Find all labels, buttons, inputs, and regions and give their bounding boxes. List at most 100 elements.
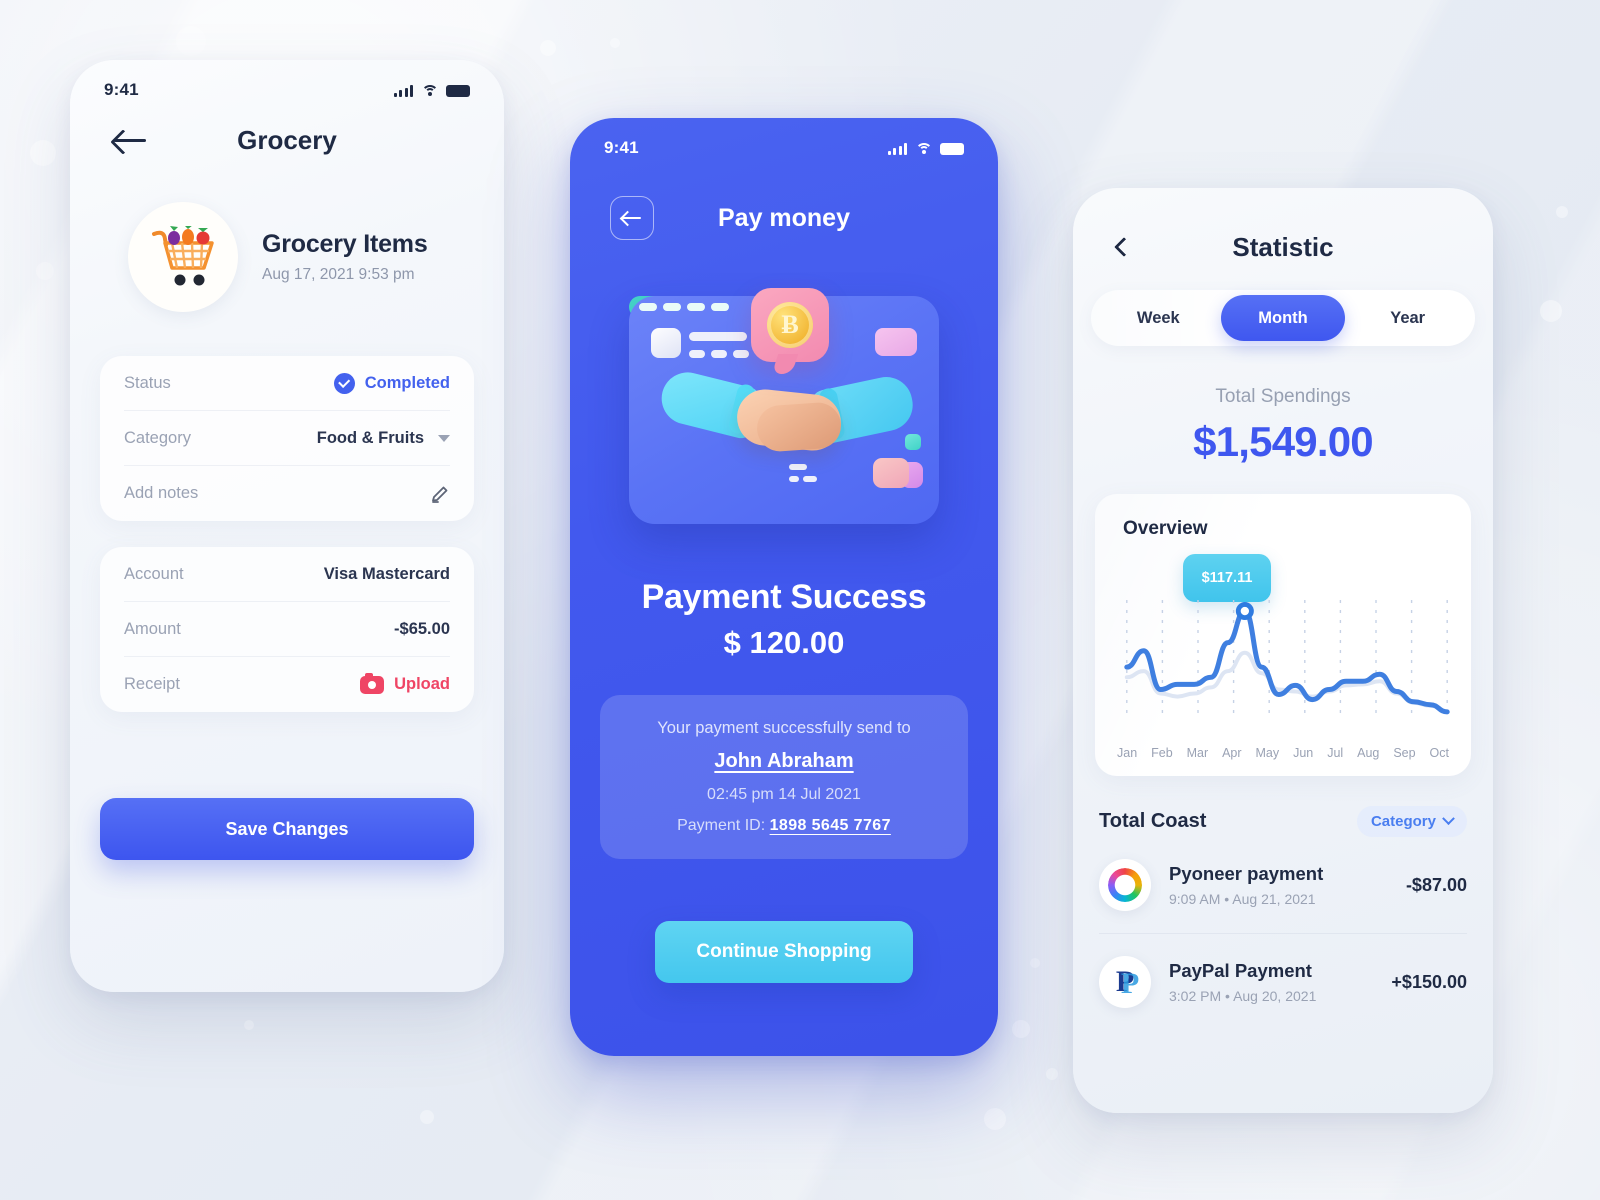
amount-value: 120.00 [749, 625, 845, 660]
save-changes-button[interactable]: Save Changes [100, 798, 474, 860]
overview-card: Overview $117.11 Jan Feb Mar Apr May Jun… [1095, 494, 1471, 776]
tab-year[interactable]: Year [1345, 295, 1470, 341]
wifi-icon [421, 84, 438, 97]
category-filter-label: Category [1370, 813, 1436, 830]
row-add-notes[interactable]: Add notes [124, 466, 450, 521]
app-header: Pay money [570, 158, 998, 240]
receipt-line1: Your payment successfully send to [657, 719, 911, 737]
cellular-signal-icon [393, 84, 413, 97]
total-spendings-value: $1,549.00 [1193, 418, 1373, 465]
status-badge: Completed [364, 373, 450, 392]
phone-payment-success: 9:41 Pay money Ƀ Payment Success $ 120.0… [570, 118, 998, 1056]
paypal-icon: P [1099, 956, 1151, 1008]
payment-id-row: Payment ID: 1898 5645 7767 [618, 817, 950, 835]
bokeh-dot [540, 40, 556, 56]
row-label: Account [124, 564, 184, 583]
transaction-amount: +$150.00 [1391, 971, 1467, 992]
phone-statistic: Statistic Week Month Year Total Spending… [1073, 188, 1493, 1113]
check-circle-icon [333, 372, 355, 394]
bokeh-dot [30, 140, 56, 166]
row-label: Status [124, 373, 171, 392]
transaction-meta: 3:02 PM • Aug 20, 2021 [1169, 988, 1373, 1004]
x-tick: Mar [1186, 746, 1209, 760]
chevron-left-icon[interactable] [1114, 237, 1134, 257]
row-receipt[interactable]: Receipt Upload [124, 657, 450, 712]
camera-icon[interactable] [360, 672, 385, 694]
bokeh-dot [244, 1020, 254, 1030]
spending-line-chart[interactable]: $117.11 [1095, 548, 1471, 744]
phone-grocery-detail: 9:41 Grocery Grocery Items Aug 17, 2021 … [70, 60, 504, 992]
transaction-amount: -$87.00 [1405, 874, 1467, 895]
payment-id-value[interactable]: 1898 5645 7767 [770, 817, 891, 834]
app-header: Grocery [70, 100, 504, 176]
receipt-box: Your payment successfully send to John A… [600, 695, 968, 859]
bokeh-dot [36, 262, 54, 280]
item-date: Aug 17, 2021 9:53 pm [262, 266, 415, 283]
success-title: Payment Success [641, 578, 927, 616]
bokeh-dot [1540, 300, 1562, 322]
row-label: Amount [124, 619, 181, 638]
upload-link[interactable]: Upload [394, 675, 450, 694]
tab-week[interactable]: Week [1096, 295, 1221, 341]
bokeh-dot [984, 1108, 1006, 1130]
caret-down-icon[interactable] [438, 434, 450, 442]
payment-id-label: Payment ID: [677, 817, 766, 834]
category-value: Food & Fruits [316, 428, 424, 447]
bokeh-dot [1556, 206, 1568, 218]
row-value: -$65.00 [394, 619, 450, 638]
recipient-name[interactable]: John Abraham [618, 750, 950, 773]
x-tick: May [1255, 746, 1280, 760]
meta-separator: • [1225, 988, 1230, 1004]
app-header: Statistic [1073, 188, 1493, 262]
back-button[interactable] [610, 196, 654, 240]
status-icons [393, 84, 470, 97]
bokeh-dot [1012, 1020, 1030, 1038]
details-card: Status Completed Category Food & Fruits … [100, 356, 474, 521]
bokeh-dot [1030, 958, 1040, 968]
status-time: 9:41 [104, 80, 139, 99]
row-value [430, 484, 450, 504]
row-amount[interactable]: Amount -$65.00 [124, 602, 450, 657]
row-category[interactable]: Category Food & Fruits [124, 411, 450, 466]
arrow-left-icon[interactable] [114, 128, 148, 152]
meta-separator: • [1224, 891, 1230, 907]
chart-x-axis: Jan Feb Mar Apr May Jun Jul Aug Sep Oct [1095, 746, 1471, 760]
x-tick: Sep [1393, 746, 1416, 760]
bitcoin-coin-icon: Ƀ [767, 302, 813, 348]
row-value: Upload [360, 672, 450, 694]
list-item[interactable]: Pyoneer payment 9:09 AM • Aug 21, 2021 -… [1099, 837, 1467, 934]
x-tick: Jul [1327, 746, 1344, 760]
transaction-name: Pyoneer payment [1169, 863, 1324, 884]
row-status[interactable]: Status Completed [124, 356, 450, 411]
row-label: Receipt [124, 675, 180, 693]
arrow-left-icon [622, 210, 642, 226]
bokeh-dot [1046, 1068, 1058, 1080]
x-tick: Oct [1429, 746, 1449, 760]
row-value: Visa Mastercard [323, 564, 450, 583]
battery-icon [940, 142, 964, 155]
list-item[interactable]: P PayPal Payment 3:02 PM • Aug 20, 2021 … [1099, 934, 1467, 1030]
continue-shopping-button[interactable]: Continue Shopping [655, 921, 913, 983]
success-amount: $ 120.00 [570, 625, 998, 661]
category-filter-button[interactable]: Category [1356, 806, 1467, 837]
row-label: Add notes [124, 484, 199, 502]
bitcoin-bubble-icon: Ƀ [751, 288, 829, 362]
x-tick: Apr [1222, 746, 1242, 760]
period-segmented-control: Week Month Year [1091, 290, 1475, 346]
pencil-icon[interactable] [430, 484, 450, 504]
handshake-bitcoin-card-illustration: Ƀ [629, 288, 939, 524]
cellular-signal-icon [887, 142, 907, 155]
tab-month[interactable]: Month [1220, 295, 1346, 341]
overview-title: Overview [1123, 518, 1208, 539]
status-bar: 9:41 [70, 60, 504, 100]
x-tick: Jun [1293, 746, 1314, 760]
receipt-datetime: 02:45 pm 14 Jul 2021 [707, 786, 861, 803]
row-label: Category [124, 428, 191, 447]
item-name: Grocery Items [262, 230, 428, 258]
total-coast-title: Total Coast [1099, 810, 1207, 832]
transaction-name: PayPal Payment [1169, 960, 1312, 981]
transaction-date: Aug 21, 2021 [1232, 891, 1316, 907]
battery-icon [446, 84, 470, 97]
account-card: Account Visa Mastercard Amount -$65.00 R… [100, 547, 474, 712]
row-account[interactable]: Account Visa Mastercard [124, 547, 450, 602]
